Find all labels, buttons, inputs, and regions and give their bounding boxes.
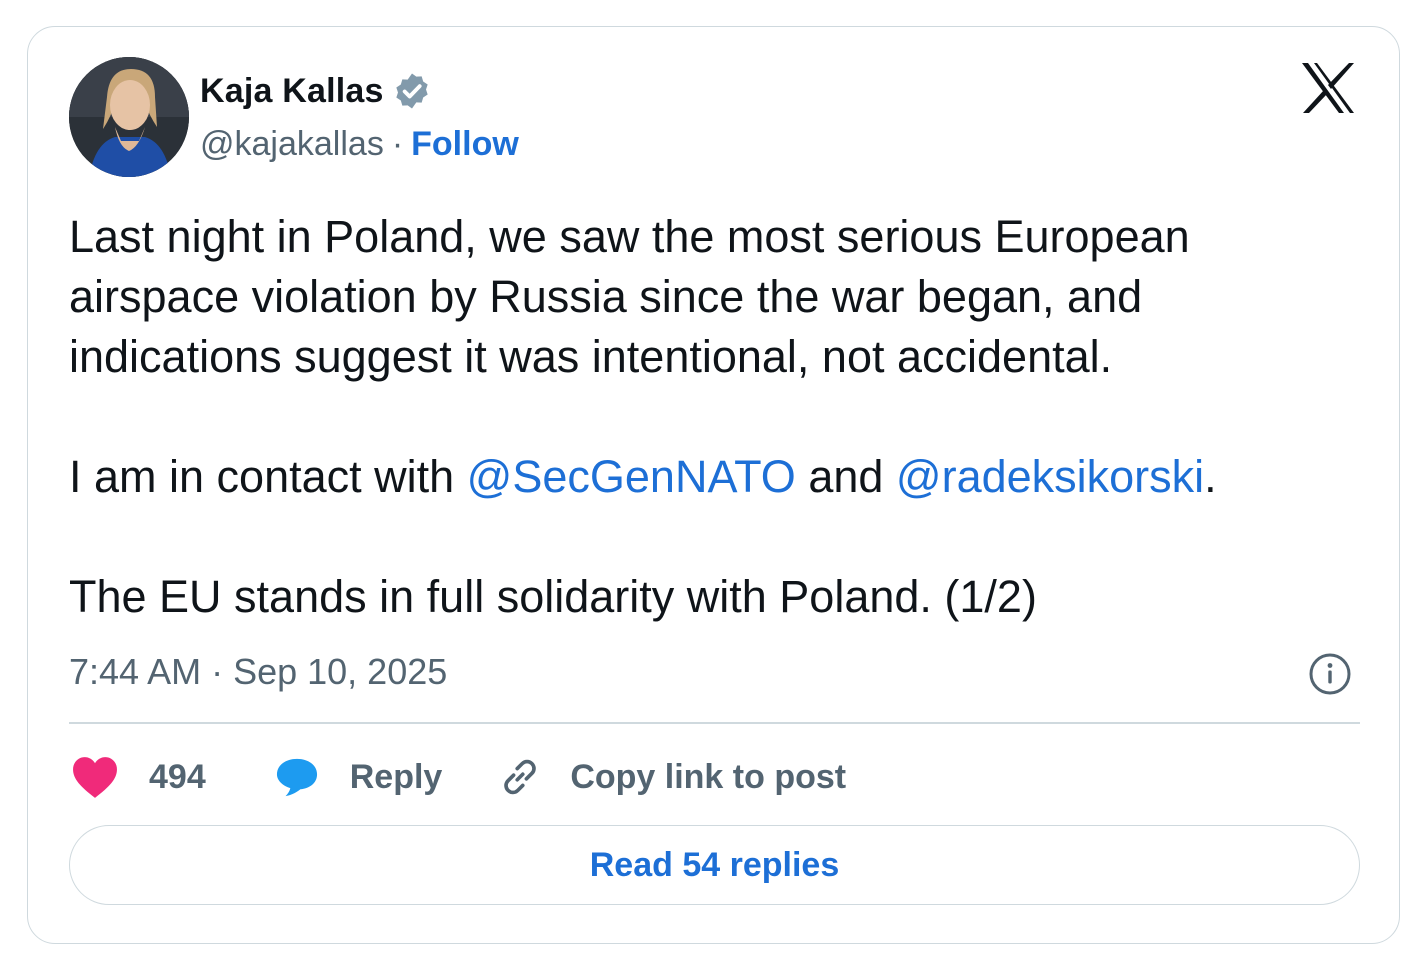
tweet-text-segment: I am in contact with [69, 451, 467, 502]
like-count: 494 [149, 757, 206, 796]
x-logo-icon[interactable] [1300, 61, 1356, 115]
reply-bubble-icon [276, 758, 317, 797]
tweet-text: Last night in Poland, we saw the most se… [69, 207, 1349, 627]
tweet-paragraph-mentions: I am in contact with @SecGenNATO and @ra… [69, 447, 1349, 507]
action-bar: 494 Reply Copy link to post [69, 749, 846, 805]
tweet-text-segment: and [795, 451, 896, 502]
avatar-photo [69, 57, 189, 177]
tweet-paragraph: The EU stands in full solidarity with Po… [69, 571, 1037, 622]
tweet-text-segment: . [1204, 451, 1217, 502]
reply-button[interactable]: Reply [274, 756, 443, 798]
divider [69, 722, 1360, 724]
heart-icon [73, 757, 117, 798]
mention-secgennato-link[interactable]: @SecGenNATO [467, 451, 796, 502]
author-handle-row: @kajakallas · Follow [200, 125, 519, 164]
separator-dot: · [391, 125, 404, 163]
avatar[interactable] [69, 57, 189, 177]
mention-radeksikorski-link[interactable]: @radeksikorski [896, 451, 1204, 502]
link-icon [504, 759, 537, 795]
verified-badge-icon [392, 71, 432, 111]
copy-link-button[interactable]: Copy link to post [498, 755, 846, 799]
reply-label: Reply [349, 757, 443, 796]
author-name[interactable]: Kaja Kallas [200, 72, 384, 111]
author-handle[interactable]: @kajakallas [200, 125, 384, 164]
like-button[interactable]: 494 [69, 754, 206, 800]
timestamp[interactable]: 7:44 AM · Sep 10, 2025 [69, 651, 447, 693]
tweet-paragraph: Last night in Poland, we saw the most se… [69, 211, 1190, 382]
info-icon[interactable] [1307, 651, 1353, 697]
tweet-card: Kaja Kallas @kajakallas · Follow Last ni… [27, 26, 1400, 944]
read-replies-button[interactable]: Read 54 replies [69, 825, 1360, 905]
copy-link-label: Copy link to post [570, 757, 847, 796]
author-name-row: Kaja Kallas [200, 71, 432, 111]
follow-button[interactable]: Follow [411, 125, 519, 164]
